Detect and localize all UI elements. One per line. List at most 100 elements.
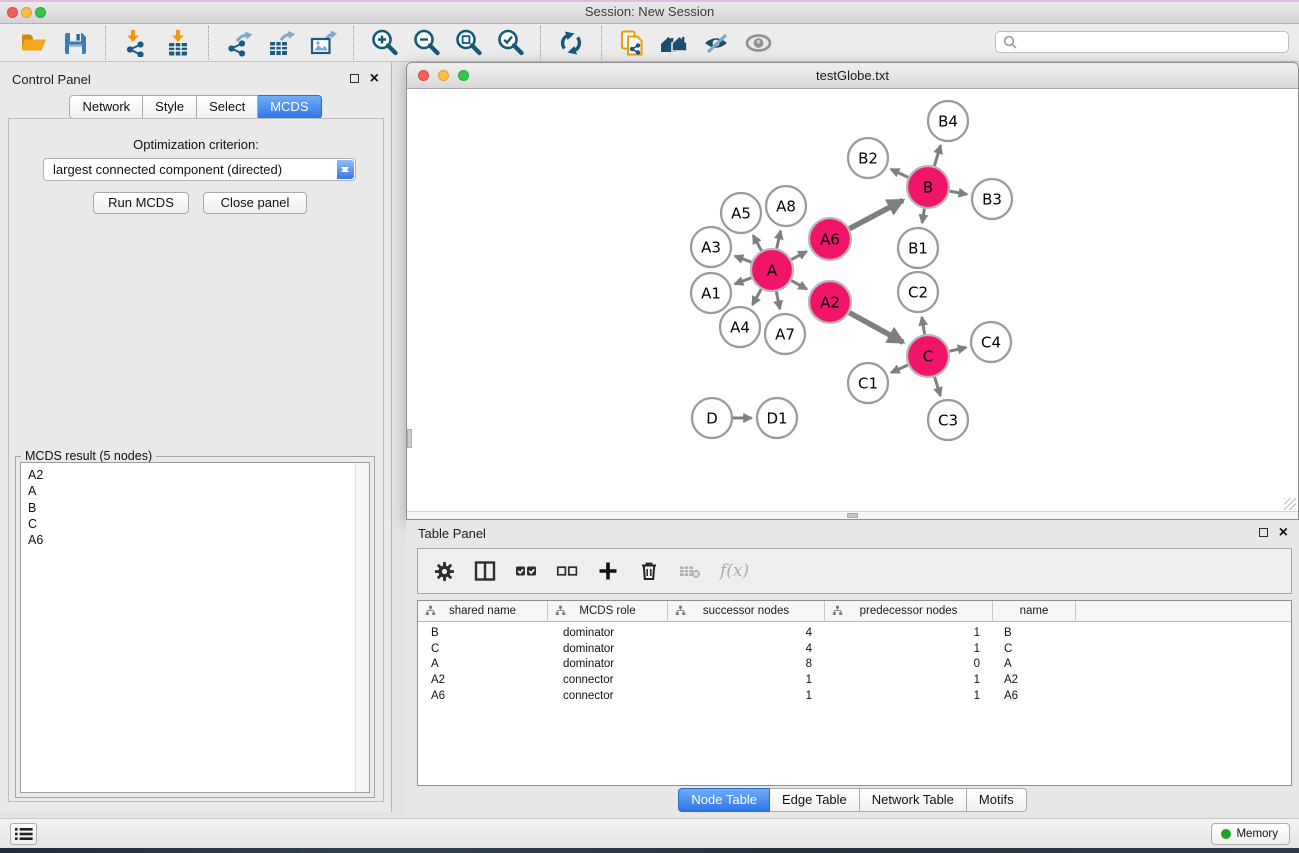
close-panel-icon[interactable]: × xyxy=(1279,527,1288,539)
graph-edge-C-C3[interactable] xyxy=(935,377,941,396)
graph-edge-A-A3[interactable] xyxy=(735,256,752,262)
graph-edge-A-A5[interactable] xyxy=(753,235,761,250)
mcds-result-item[interactable]: A2 xyxy=(28,467,369,483)
delete-columns-icon[interactable] xyxy=(636,558,662,584)
table-row[interactable]: Adominator80A xyxy=(418,657,1291,673)
delete-table-icon[interactable] xyxy=(677,558,703,584)
zoom-selected-icon[interactable] xyxy=(493,26,527,60)
result-scrollbar[interactable] xyxy=(355,463,369,792)
function-builder-icon[interactable]: f(x) xyxy=(720,561,749,581)
refresh-view-icon[interactable] xyxy=(554,26,588,60)
mcds-result-item[interactable]: C xyxy=(28,516,369,532)
tab-style[interactable]: Style xyxy=(143,95,197,119)
minimize-traffic-light[interactable] xyxy=(21,7,32,18)
tab-edge-table[interactable]: Edge Table xyxy=(770,788,860,812)
network-overview-icon[interactable] xyxy=(657,26,691,60)
import-table-icon[interactable] xyxy=(161,26,195,60)
graph-node-A2[interactable]: A2 xyxy=(809,281,851,323)
graph-node-A4[interactable]: A4 xyxy=(720,307,760,347)
search-input[interactable] xyxy=(1018,34,1272,50)
memory-button[interactable]: Memory xyxy=(1211,823,1290,845)
network-window-titlebar[interactable]: testGlobe.txt xyxy=(407,63,1298,89)
horizontal-scrollbar[interactable] xyxy=(407,511,1298,519)
graph-edge-C-C4[interactable] xyxy=(950,348,967,352)
float-panel-icon[interactable] xyxy=(350,74,359,83)
graph-node-C4[interactable]: C4 xyxy=(971,322,1011,362)
graph-node-B4[interactable]: B4 xyxy=(928,101,968,141)
graph-node-B[interactable]: B xyxy=(907,166,949,208)
optimization-criterion-select[interactable]: largest connected component (directed) xyxy=(43,158,356,181)
graph-edge-A-A4[interactable] xyxy=(752,289,761,305)
mcds-result-item[interactable]: A6 xyxy=(28,532,369,548)
column-header-mcds-role[interactable]: MCDS role xyxy=(548,601,668,621)
import-network-icon[interactable] xyxy=(119,26,153,60)
graph-edge-B-B4[interactable] xyxy=(934,145,940,166)
mcds-result-item[interactable]: B xyxy=(28,500,369,516)
close-traffic-light[interactable] xyxy=(7,7,18,18)
export-image-icon[interactable] xyxy=(306,26,340,60)
table-row[interactable]: Cdominator41C xyxy=(418,641,1291,657)
graph-node-B1[interactable]: B1 xyxy=(898,228,938,268)
graph-node-A6[interactable]: A6 xyxy=(809,218,851,260)
graph-edge-B-B2[interactable] xyxy=(891,169,908,177)
split-panel-icon[interactable] xyxy=(472,558,498,584)
select-all-columns-icon[interactable] xyxy=(513,558,539,584)
graph-node-A[interactable]: A xyxy=(751,249,793,291)
graph-node-A1[interactable]: A1 xyxy=(691,273,731,313)
graph-edge-A-A8[interactable] xyxy=(777,231,781,249)
export-network-icon[interactable] xyxy=(222,26,256,60)
tab-mcds[interactable]: MCDS xyxy=(258,95,321,119)
table-row[interactable]: A6connector11A6 xyxy=(418,688,1291,704)
graph-node-B2[interactable]: B2 xyxy=(848,138,888,178)
maximize-traffic-light[interactable] xyxy=(35,7,46,18)
maximize-traffic-light[interactable] xyxy=(458,70,469,81)
duplicate-network-icon[interactable] xyxy=(615,26,649,60)
search-field[interactable] xyxy=(995,31,1289,53)
graph-node-C[interactable]: C xyxy=(907,335,949,377)
column-header-successor-nodes[interactable]: successor nodes xyxy=(668,601,825,621)
close-traffic-light[interactable] xyxy=(418,70,429,81)
open-file-icon[interactable] xyxy=(16,26,50,60)
graph-node-C2[interactable]: C2 xyxy=(898,272,938,312)
graph-node-A5[interactable]: A5 xyxy=(721,193,761,233)
tab-network[interactable]: Network xyxy=(69,95,143,119)
zoom-in-icon[interactable] xyxy=(367,26,401,60)
graph-node-D[interactable]: D xyxy=(692,398,732,438)
close-panel-button[interactable]: Close panel xyxy=(203,192,307,214)
graph-node-C1[interactable]: C1 xyxy=(848,363,888,403)
task-history-button[interactable] xyxy=(10,823,37,845)
deselect-all-columns-icon[interactable] xyxy=(554,558,580,584)
table-settings-icon[interactable] xyxy=(431,558,457,584)
horizontal-scrollbar-thumb[interactable] xyxy=(847,513,858,518)
tab-select[interactable]: Select xyxy=(197,95,258,119)
tab-network-table[interactable]: Network Table xyxy=(860,788,967,812)
tab-node-table[interactable]: Node Table xyxy=(678,788,770,812)
graph-edge-A6-B[interactable] xyxy=(849,200,903,228)
graph-edge-B-B3[interactable] xyxy=(950,191,967,194)
save-session-icon[interactable] xyxy=(58,26,92,60)
export-table-icon[interactable] xyxy=(264,26,298,60)
table-row[interactable]: A2connector11A2 xyxy=(418,672,1291,688)
column-header-predecessor-nodes[interactable]: predecessor nodes xyxy=(825,601,993,621)
graph-node-D1[interactable]: D1 xyxy=(757,398,797,438)
graph-edge-A-A6[interactable] xyxy=(791,251,806,259)
column-header-name[interactable]: name xyxy=(993,601,1076,621)
graph-edge-A-A2[interactable] xyxy=(791,281,807,290)
graph-edge-C-C2[interactable] xyxy=(922,317,925,334)
graph-node-B3[interactable]: B3 xyxy=(972,179,1012,219)
run-mcds-button[interactable]: Run MCDS xyxy=(93,192,189,214)
mcds-result-item[interactable]: A xyxy=(28,483,369,499)
float-panel-icon[interactable] xyxy=(1259,528,1268,537)
close-panel-icon[interactable]: × xyxy=(370,73,379,85)
zoom-fit-icon[interactable] xyxy=(451,26,485,60)
graph-node-A8[interactable]: A8 xyxy=(766,186,806,226)
graph-node-C3[interactable]: C3 xyxy=(928,400,968,440)
add-column-icon[interactable] xyxy=(595,558,621,584)
resize-grip-icon[interactable] xyxy=(1284,498,1296,510)
graph-edge-A2-C[interactable] xyxy=(849,313,903,343)
table-row[interactable]: Bdominator41B xyxy=(418,625,1291,641)
graph-edge-C-C1[interactable] xyxy=(891,365,908,373)
graph-edge-A-A1[interactable] xyxy=(735,278,752,284)
hide-selected-icon[interactable] xyxy=(699,26,733,60)
graph-edge-A-A7[interactable] xyxy=(776,292,780,310)
